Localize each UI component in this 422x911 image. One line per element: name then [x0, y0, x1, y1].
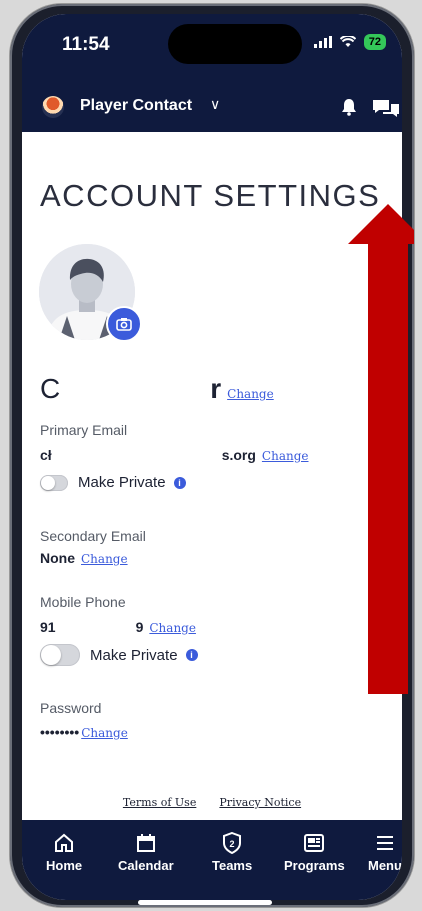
- team-switcher[interactable]: Player Contact: [80, 97, 192, 115]
- toggle-knob: [41, 645, 61, 665]
- status-bar: 11:54 72: [22, 14, 402, 82]
- profile-name-row: C r Change: [40, 368, 274, 405]
- mobile-phone-start: 91: [40, 619, 56, 635]
- mobile-phone-end: 9: [135, 619, 144, 635]
- profile-name-last: r: [210, 373, 222, 404]
- screen: 11:54 72 Player Contact ∨ ACCOUNT SETTIN…: [22, 14, 402, 900]
- tab-menu[interactable]: Menu: [368, 832, 402, 873]
- tab-label: Home: [46, 858, 83, 873]
- footer-links: Terms of Use Privacy Notice: [22, 796, 402, 809]
- secondary-email-text: None: [40, 550, 75, 566]
- programs-icon: [304, 834, 325, 852]
- tab-label: Teams: [212, 858, 253, 873]
- change-primary-email-link[interactable]: Change: [262, 449, 309, 463]
- bell-icon[interactable]: [340, 98, 358, 116]
- page-title: ACCOUNT SETTINGS: [40, 178, 381, 213]
- phone-frame: 11:54 72 Player Contact ∨ ACCOUNT SETTIN…: [10, 4, 414, 907]
- status-time: 11:54: [62, 34, 110, 55]
- tab-calendar[interactable]: Calendar: [118, 832, 174, 873]
- home-indicator: [138, 900, 272, 905]
- tab-programs[interactable]: Programs: [284, 832, 345, 873]
- status-icons: 72: [313, 34, 386, 50]
- change-photo-button[interactable]: [106, 306, 142, 342]
- primary-email-start: cł: [40, 447, 52, 463]
- signal-icon: [313, 36, 332, 48]
- mobile-phone-private-row: Make Private i: [40, 644, 198, 666]
- info-icon[interactable]: i: [173, 476, 186, 489]
- change-mobile-phone-link[interactable]: Change: [149, 621, 196, 635]
- bottom-tab-bar: Home Calendar 2 Teams Programs Menu: [22, 820, 402, 900]
- profile-name-first: C: [40, 373, 61, 404]
- secondary-email-label: Secondary Email: [40, 528, 146, 544]
- redaction: [51, 444, 222, 460]
- password-dots: ••••••••: [40, 724, 80, 740]
- primary-email-end: s.org: [221, 447, 256, 463]
- tab-home[interactable]: Home: [46, 832, 82, 873]
- menu-icon: [376, 836, 393, 850]
- mobile-phone-label: Mobile Phone: [40, 594, 126, 610]
- camera-icon: [116, 318, 132, 331]
- terms-of-use-link[interactable]: Terms of Use: [123, 796, 196, 809]
- top-nav: Player Contact ∨: [22, 82, 402, 132]
- account-settings-content: ACCOUNT SETTINGS C r Change Primary Emai…: [22, 132, 402, 822]
- change-secondary-email-link[interactable]: Change: [81, 552, 128, 566]
- primary-email-private-row: Make Private i: [40, 474, 186, 491]
- mobile-phone-private-label: Make Private: [90, 646, 178, 664]
- tab-label: Programs: [284, 858, 345, 873]
- info-icon[interactable]: i: [185, 649, 198, 661]
- dynamic-island: [168, 24, 302, 64]
- change-name-link[interactable]: Change: [227, 387, 274, 401]
- redaction: [55, 616, 136, 632]
- toggle-knob: [41, 475, 55, 490]
- password-label: Password: [40, 700, 102, 716]
- svg-text:2: 2: [230, 839, 235, 849]
- team-logo: [42, 96, 64, 118]
- change-password-link[interactable]: Change: [81, 726, 128, 740]
- tab-label: Menu: [368, 858, 402, 873]
- home-icon: [55, 833, 74, 852]
- primary-email-private-label: Make Private: [78, 474, 166, 491]
- wifi-icon: [339, 36, 356, 47]
- secondary-email-value: None Change: [40, 550, 128, 566]
- teams-icon: 2: [223, 832, 242, 854]
- redaction: [60, 368, 211, 398]
- chevron-down-icon[interactable]: ∨: [210, 96, 220, 113]
- primary-email-label: Primary Email: [40, 422, 128, 438]
- mobile-phone-private-toggle[interactable]: [40, 644, 80, 666]
- chat-icon[interactable]: [372, 98, 400, 120]
- mobile-phone-value: 91 9 Change: [40, 616, 196, 635]
- battery-badge: 72: [363, 34, 386, 50]
- calendar-icon: [136, 834, 155, 852]
- privacy-notice-link[interactable]: Privacy Notice: [219, 796, 301, 809]
- tab-label: Calendar: [118, 858, 174, 873]
- tab-teams[interactable]: 2 Teams: [212, 832, 252, 873]
- red-scroll-arrow-annotation: [348, 204, 414, 694]
- primary-email-value: cł s.org Change: [40, 444, 309, 463]
- password-value: •••••••• Change: [40, 724, 128, 740]
- primary-email-private-toggle[interactable]: [40, 474, 68, 491]
